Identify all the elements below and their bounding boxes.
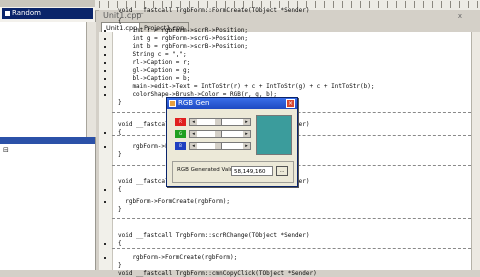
scroll-left-icon[interactable]: ◂ <box>190 131 197 137</box>
property-list-scrollbar[interactable] <box>86 22 96 137</box>
ruler-tick <box>459 1 460 8</box>
ruler-tick <box>396 1 397 8</box>
collapse-icon[interactable]: ⊟ <box>3 146 9 154</box>
object-inspector-panel: Random ⊟ <box>0 0 96 270</box>
scroll-right-icon[interactable]: ▸ <box>243 143 250 149</box>
editor-gutter <box>99 30 113 270</box>
selected-property-row[interactable]: Random <box>2 8 93 19</box>
code-line: { <box>118 18 122 25</box>
breakpoint-dot[interactable] <box>104 94 106 96</box>
breakpoint-dot[interactable] <box>104 86 106 88</box>
breakpoint-dot[interactable] <box>104 70 106 72</box>
app-icon <box>169 100 176 107</box>
breakpoint-dot[interactable] <box>104 78 106 80</box>
ruler-tick <box>468 1 469 8</box>
scroll-left-icon[interactable]: ◂ <box>190 119 197 125</box>
breakpoint-dot[interactable] <box>104 38 106 40</box>
code-line: } <box>118 151 122 158</box>
breakpoint-dot[interactable] <box>104 243 106 245</box>
color-preview-shape <box>256 115 292 155</box>
scroll-right-icon[interactable]: ▸ <box>243 119 250 125</box>
editor-vertical-scrollbar[interactable] <box>471 32 480 270</box>
breakpoint-dot[interactable] <box>104 46 106 48</box>
ruler-tick <box>342 1 343 8</box>
function-separator <box>112 218 471 220</box>
code-line: void __fastcall TrgbForm::FormCreate(TOb… <box>118 7 310 14</box>
blue-swatch: B <box>175 142 186 150</box>
ruler-tick <box>99 1 100 8</box>
breakpoint-dot[interactable] <box>104 62 106 64</box>
panel-splitter[interactable] <box>0 137 95 144</box>
rgb-gen-dialog: RGB Gen × R ◂ ▸ G ◂ ▸ B ◂ ▸ RGB Generate… <box>166 97 298 187</box>
close-editor-button[interactable]: x <box>458 12 462 20</box>
code-line: rl->Caption = r; <box>118 59 191 66</box>
dialog-title-bar[interactable]: RGB Gen × <box>167 98 297 109</box>
breakpoint-dot[interactable] <box>104 257 106 259</box>
code-line: main->edit->Text = IntToStr(r) + c + Int… <box>118 83 375 90</box>
code-line: } <box>118 99 122 106</box>
generated-value-label: RGB Generated Value <box>177 167 237 173</box>
ruler-tick <box>441 1 442 8</box>
copy-button[interactable]: ... <box>276 166 288 176</box>
code-line: { <box>118 186 122 193</box>
breakpoint-dot[interactable] <box>104 146 106 148</box>
inspector-toolbar <box>0 0 95 7</box>
red-scrollbar-thumb[interactable] <box>214 119 222 125</box>
code-line: String c = ","; <box>118 51 187 58</box>
scroll-left-icon[interactable]: ◂ <box>190 143 197 149</box>
ruler-tick <box>414 1 415 8</box>
green-swatch: G <box>175 130 186 138</box>
ruler-tick <box>360 1 361 8</box>
code-line: gl->Caption = g; <box>118 67 191 74</box>
ruler-tick <box>378 1 379 8</box>
code-line: { <box>118 240 122 247</box>
ruler-tick <box>477 1 478 8</box>
dialog-title: RGB Gen <box>178 99 210 107</box>
green-scrollbar-thumb[interactable] <box>214 131 222 137</box>
red-scrollbar[interactable]: ◂ ▸ <box>189 118 251 126</box>
breakpoint-dot[interactable] <box>104 201 106 203</box>
code-line: int g = rgbForm->scrG->Position; <box>118 35 249 42</box>
ruler-tick <box>432 1 433 8</box>
ruler-tick <box>405 1 406 8</box>
breakpoint-dot[interactable] <box>104 30 106 32</box>
ruler-tick <box>315 1 316 8</box>
ruler-tick <box>387 1 388 8</box>
code-line: rgbForm->FormCreate(rgbForm); <box>118 254 238 261</box>
ruler-tick <box>423 1 424 8</box>
selected-property-label: Random <box>12 9 41 17</box>
blue-scrollbar[interactable]: ◂ ▸ <box>189 142 251 150</box>
code-line: void __fastcall TrgbForm::scrRChange(TOb… <box>118 232 310 239</box>
property-icon <box>5 10 10 16</box>
code-line: void __fastcall TrgbForm::cmnCopyClick(T… <box>118 270 317 277</box>
lower-panel <box>0 144 95 270</box>
breakpoint-dot[interactable] <box>104 189 106 191</box>
scroll-right-icon[interactable]: ▸ <box>243 131 250 137</box>
close-dialog-icon[interactable]: × <box>286 99 295 108</box>
ruler-tick <box>351 1 352 8</box>
generated-value-field[interactable]: 58,149,160 <box>231 166 273 176</box>
ruler-tick <box>450 1 451 8</box>
function-separator <box>112 248 471 250</box>
code-line: rgbForm->FormCreate(rgbForm); <box>118 198 230 205</box>
ruler-tick <box>324 1 325 8</box>
red-swatch: R <box>175 118 186 126</box>
breakpoint-dot[interactable] <box>104 54 106 56</box>
ruler-tick <box>369 1 370 8</box>
breakpoint-dot[interactable] <box>104 132 106 134</box>
blue-scrollbar-thumb[interactable] <box>214 143 222 149</box>
code-line: bl->Caption = b; <box>118 75 191 82</box>
code-line: } <box>118 262 122 269</box>
ruler-tick <box>333 1 334 8</box>
generated-value-group: RGB Generated Value 58,149,160 ... <box>172 161 294 183</box>
code-line: int r = rgbForm->scrR->Position; <box>118 27 249 34</box>
green-scrollbar[interactable]: ◂ ▸ <box>189 130 251 138</box>
code-line: int b = rgbForm->scrB->Position; <box>118 43 249 50</box>
code-line: } <box>118 206 122 213</box>
property-list[interactable] <box>0 22 95 137</box>
ruler-tick <box>108 1 109 8</box>
